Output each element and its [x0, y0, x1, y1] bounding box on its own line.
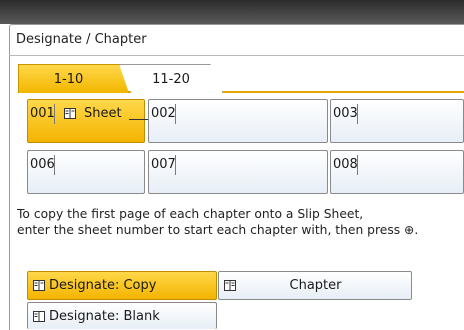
cell-divider: [54, 104, 55, 124]
slip-sheet-icon: [64, 108, 76, 119]
cell-divider: [175, 155, 176, 175]
cell-divider: [175, 104, 176, 124]
cell-divider: [357, 155, 358, 175]
chapter-cell-002[interactable]: 002: [148, 99, 328, 143]
cell-label: Sheet: [84, 106, 122, 121]
slip-sheet-icon: [33, 280, 45, 291]
designate-blank-label: Designate: Blank: [49, 308, 160, 324]
cell-number: 002: [151, 106, 176, 121]
cell-number: 001: [30, 106, 55, 121]
cell-divider: [357, 104, 358, 124]
cell-number: 007: [151, 157, 176, 172]
chapter-label: Chapter: [289, 278, 342, 293]
chapter-cell-001[interactable]: 001 Sheet: [27, 99, 165, 143]
chapter-cell-007[interactable]: 007: [148, 150, 328, 194]
tab-1-10[interactable]: 1-10: [18, 64, 129, 93]
slip-sheet-icon: [33, 310, 45, 322]
instruction-line-1: To copy the first page of each chapter o…: [17, 207, 364, 221]
chapter-button[interactable]: Chapter: [218, 271, 412, 300]
chapter-cell-006[interactable]: 006: [27, 150, 145, 194]
designate-copy-label: Designate: Copy: [49, 278, 157, 293]
title-divider: [9, 55, 464, 56]
chapter-cell-008[interactable]: 008: [330, 150, 464, 194]
instruction-line-2: enter the sheet number to start each cha…: [17, 223, 419, 237]
chapter-icon: [224, 280, 236, 291]
page-title: Designate / Chapter: [16, 32, 147, 47]
cell-number: 008: [333, 157, 358, 172]
cell-number: 006: [30, 157, 55, 172]
cell-divider: [54, 155, 55, 175]
designate-blank-button[interactable]: Designate: Blank: [27, 302, 217, 329]
designate-copy-button[interactable]: Designate: Copy: [27, 271, 217, 300]
tab-label: 11-20: [152, 71, 190, 87]
tab-label: 1-10: [53, 71, 84, 87]
cell-number: 003: [333, 106, 358, 121]
instruction-text: To copy the first page of each chapter o…: [17, 206, 418, 238]
chapter-cell-003[interactable]: 003: [330, 99, 464, 143]
top-header-band: [0, 0, 464, 24]
tab-11-20[interactable]: 11-20: [119, 64, 223, 93]
